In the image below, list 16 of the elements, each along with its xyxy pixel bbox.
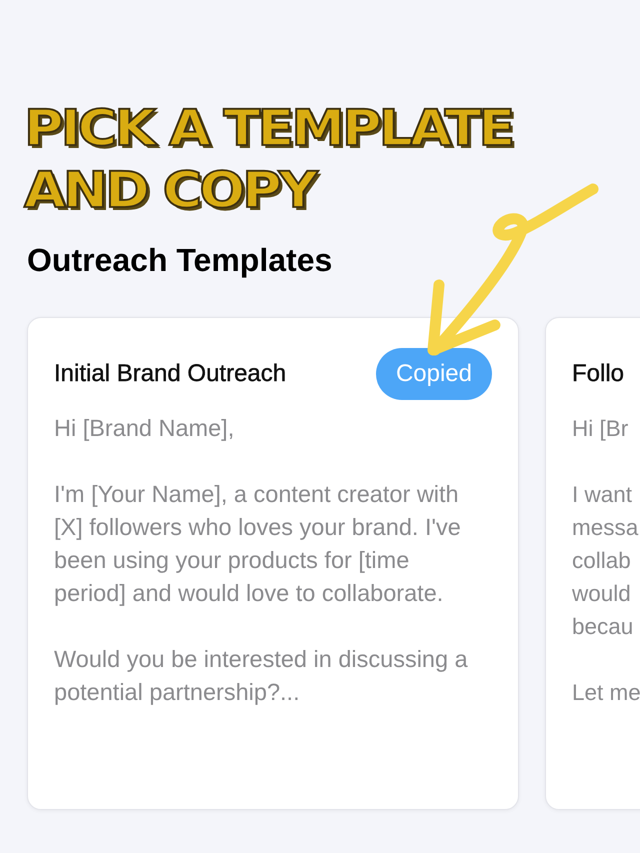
page-title: Outreach Templates: [27, 242, 334, 279]
template-text: Let me: [572, 679, 640, 707]
template-text: I want: [572, 481, 632, 509]
card-title: Follo: [572, 360, 624, 388]
template-text: Would you be interested in discussing a potential partnership?...: [54, 645, 469, 707]
template-text: I'm [Your Name], a content creator with [X] followers who loves your brand. I've been using your products for [time period] and would love to collaborate.: [54, 480, 462, 608]
card-title: Initial Brand Outreach: [54, 360, 286, 388]
copied-button[interactable]: Copied: [376, 348, 492, 400]
template-text: Hi [Br: [572, 415, 628, 443]
template-text: messa: [572, 514, 638, 542]
template-text: becau: [572, 613, 634, 641]
template-text: would: [572, 580, 631, 608]
annotation-text: PICK A TEMPLATE: [24, 100, 512, 158]
annotation-text: AND COPY: [24, 162, 315, 220]
template-text: Hi [Brand Name],: [54, 414, 236, 443]
template-text: collab: [572, 547, 631, 575]
